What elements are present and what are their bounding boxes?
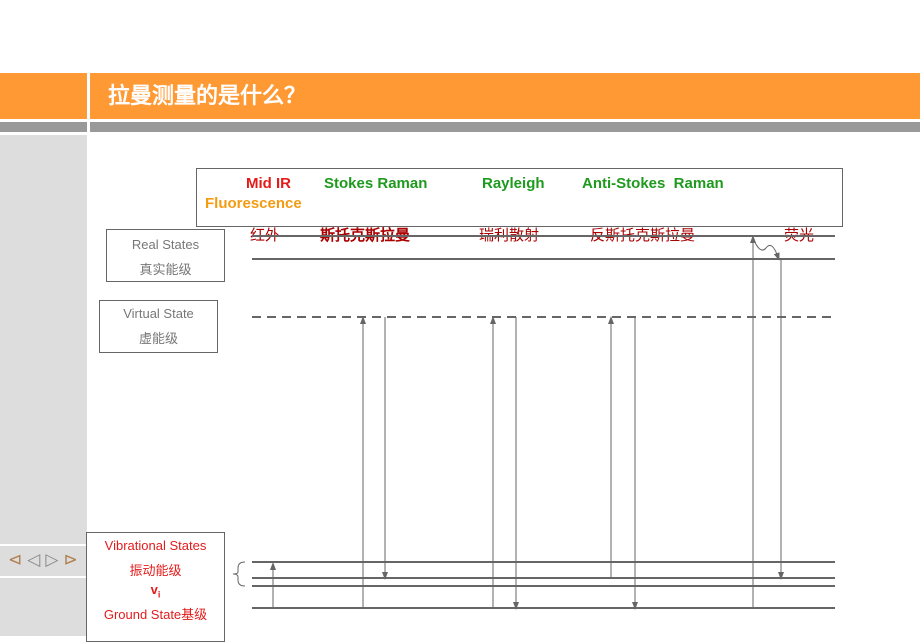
fluorescence-relaxation-arrow: [752, 237, 780, 261]
energy-diagram: [232, 235, 835, 610]
vibrational-brace: [232, 561, 246, 587]
